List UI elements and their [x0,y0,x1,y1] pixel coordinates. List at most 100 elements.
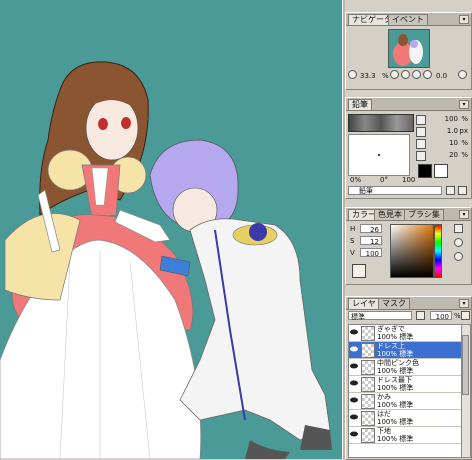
hue-field[interactable]: H 26 [348,224,386,234]
navigator-tabs: ナビゲータ イベント ▾ [346,13,471,26]
layer-row[interactable]: はだ 100% 標準 [349,410,461,427]
panel-menu-button[interactable]: ▾ [459,100,469,109]
color-option-icon[interactable] [454,252,463,261]
tab-mask[interactable]: マスク [378,298,410,309]
eye-icon[interactable] [350,397,358,403]
size-icon [416,127,426,137]
layer-name: ぎゃぎで [377,325,405,333]
layer-row[interactable]: ドレス最下 100% 標準 [349,376,461,393]
zoom-unit: % [382,72,389,80]
tab-pencil[interactable]: 鉛筆 [348,99,372,110]
layer-detail: 100% 標準 [377,367,414,375]
layer-name: はだ [377,410,391,418]
layer-list[interactable]: ぎゃぎで 100% 標準 ドレス上 100% 標準 中間ピンク色 100% 標準 ドレス最下… [348,324,462,458]
layer-tabs: レイヤ マスク ▾ [346,297,471,310]
navigator-thumbnail[interactable] [388,29,430,68]
scroll-thumb[interactable] [462,335,469,395]
brush-pct-c: 100 [402,176,416,184]
layer-name: かみ [377,393,391,401]
drawing-canvas[interactable] [0,0,342,459]
layer-detail: 100% 標準 [377,350,414,358]
layer-thumbnail [361,394,375,409]
zoom-value[interactable]: 33.3 [360,70,376,82]
layer-thumbnail [361,360,375,375]
side-panels: ナビゲータ イベント ▾ 33.3 % 0.0 鉛筆 ▾ 100 % 1.0 p… [345,0,472,460]
rotate-reset-icon[interactable] [458,70,467,79]
param-density[interactable]: 10 % [416,138,470,149]
rotate-left-icon[interactable] [412,70,421,79]
layer-thumbnail [361,326,375,341]
zoom-out-icon[interactable] [390,70,399,79]
main-color-swatch[interactable] [418,164,432,178]
zoom-in-icon[interactable] [401,70,410,79]
tab-swatches[interactable]: 色見本 [374,209,406,220]
param-blend[interactable]: 20 % [416,150,470,161]
layer-thumbnail [361,343,375,358]
layer-scrollbar[interactable] [461,324,471,458]
layer-name: 中間ピンク色 [377,359,419,367]
current-color-swatch[interactable] [352,264,366,278]
layer-thumbnail [361,428,375,443]
tab-layer[interactable]: レイヤ [348,298,380,309]
zoom-icon[interactable] [348,70,357,79]
rotate-right-icon[interactable] [423,70,432,79]
layer-settings: 標準 100 % [348,311,470,321]
navigator-controls: 33.3 % 0.0 [348,70,468,82]
brush-pct-b: 0° [380,176,388,184]
layer-name: ドレス最下 [377,376,412,384]
layer-thumbnail [361,377,375,392]
hue-slider[interactable] [434,224,442,278]
param-size[interactable]: 1.0 px [416,126,470,137]
layer-detail: 100% 標準 [377,418,414,426]
eye-icon[interactable] [350,346,358,352]
panel-menu-button[interactable]: ▾ [459,210,469,219]
pencil-tabs: 鉛筆 ▾ [346,98,471,111]
layer-row[interactable]: かみ 100% 標準 [349,393,461,410]
value-field[interactable]: V 100 [348,248,386,258]
opacity-icon [416,115,426,125]
brush-texture-strip[interactable] [348,114,414,132]
tab-event[interactable]: イベント [388,14,428,25]
brush-pct-a: 0% [350,176,362,184]
delete-tool-icon[interactable] [458,186,467,195]
eye-icon[interactable] [350,329,358,335]
layer-row[interactable]: ぎゃぎで 100% 標準 [349,325,461,342]
layer-name: ドレス上 [377,342,405,350]
lock-icon[interactable] [416,311,425,320]
layer-detail: 100% 標準 [377,384,414,392]
new-tool-icon[interactable] [446,186,455,195]
layer-row[interactable]: ドレス上 100% 標準 [349,342,461,359]
layer-detail: 100% 標準 [377,333,414,341]
color-panel: カラー 色見本 ブラシ集 ▾ H 26 S 12 V 100 [345,207,472,285]
blend-mode-select[interactable]: 標準 [348,311,412,321]
illustration [0,61,332,459]
eye-icon[interactable] [350,414,358,420]
eye-icon[interactable] [350,363,358,369]
param-opacity[interactable]: 100 % [416,114,470,125]
layer-row[interactable]: 下地 100% 標準 [349,427,461,444]
layer-detail: 100% 標準 [377,401,414,409]
opacity-slider-icon[interactable] [461,311,470,320]
layer-opacity-field[interactable]: 100 [430,311,452,321]
layer-name: 下地 [377,427,391,435]
color-option-icon[interactable] [454,238,463,247]
blend-icon [416,151,426,161]
eye-icon[interactable] [350,380,358,386]
panel-menu-button[interactable]: ▾ [459,299,469,308]
saturation-field[interactable]: S 12 [348,236,386,246]
color-tabs: カラー 色見本 ブラシ集 ▾ [346,208,471,221]
rotation-value[interactable]: 0.0 [436,70,447,82]
brush-preview [348,134,410,176]
tab-brush-set[interactable]: ブラシ集 [404,209,444,220]
color-mode-icon[interactable] [454,224,463,233]
eye-icon[interactable] [350,431,358,437]
panel-menu-button[interactable]: ▾ [459,15,469,24]
tool-name-field[interactable]: 鉛筆 [348,186,442,195]
opacity-unit: % [454,312,461,320]
sub-color-swatch[interactable] [434,164,448,178]
pencil-panel: 鉛筆 ▾ 100 % 1.0 px 10 % 20 % 0% 0° 100 鉛筆 [345,97,472,199]
layer-row[interactable]: 中間ピンク色 100% 標準 [349,359,461,376]
layer-panel: レイヤ マスク ▾ 標準 100 % ぎゃぎで 100% 標準 ドレス上 100% 標… [345,296,472,460]
density-icon [416,139,426,149]
color-picker-field[interactable] [390,224,434,278]
